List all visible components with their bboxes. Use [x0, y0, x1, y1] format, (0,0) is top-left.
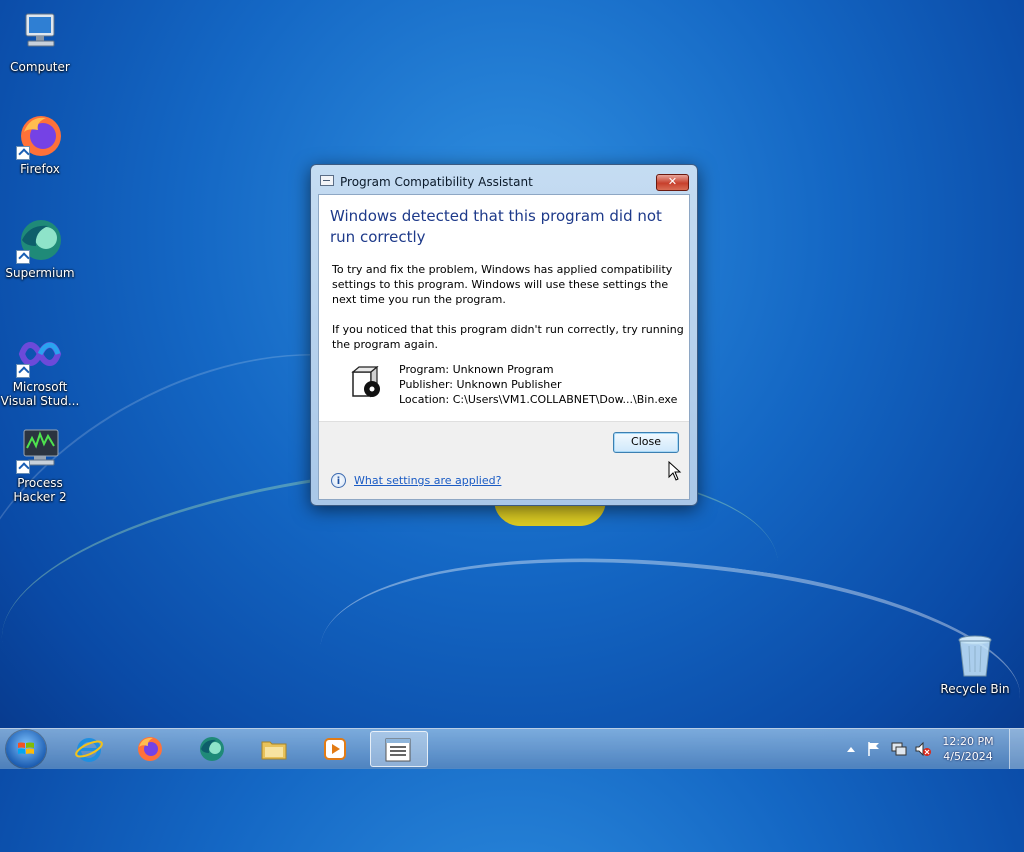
internet-explorer-icon — [75, 738, 103, 762]
taskbar-internet-explorer[interactable] — [62, 731, 116, 767]
show-hidden-icons-icon[interactable] — [846, 745, 856, 753]
media-player-icon — [324, 738, 346, 760]
program-location: Location: C:\Users\VM1.COLLABNET\Dow...\… — [399, 393, 678, 406]
program-compatibility-dialog: Program Compatibility Assistant ✕ Window… — [310, 164, 698, 506]
clock-date: 4/5/2024 — [943, 750, 993, 763]
start-button[interactable] — [6, 730, 46, 768]
taskbar: 12:20 PM 4/5/2024 — [0, 728, 1024, 769]
dialog-titlebar[interactable]: Program Compatibility Assistant ✕ — [311, 165, 697, 193]
desktop-icon-computer[interactable]: Computer — [0, 10, 80, 74]
recycle-bin-icon — [951, 632, 999, 680]
firefox-icon — [138, 737, 162, 761]
dialog-paragraph: If you noticed that this program didn't … — [332, 323, 684, 351]
desktop-icon-recycle-bin[interactable]: Recycle Bin — [935, 632, 1015, 696]
program-details: Program: Unknown Program Publisher: Unkn… — [399, 362, 677, 407]
taskbar-windows-explorer[interactable] — [247, 731, 301, 767]
desktop-icon-label: Recycle Bin — [940, 682, 1010, 696]
desktop-icon-label: Firefox — [20, 162, 60, 176]
program-box-icon — [349, 365, 383, 400]
visual-studio-icon — [16, 330, 64, 378]
taskbar-firefox[interactable] — [123, 731, 177, 767]
dialog-paragraph: To try and fix the problem, Windows has … — [332, 263, 673, 306]
program-name: Program: Unknown Program — [399, 363, 554, 376]
mouse-cursor-icon — [668, 461, 682, 481]
dialog-heading: Windows detected that this program did n… — [330, 207, 662, 246]
shortcut-arrow-icon — [16, 364, 30, 378]
windows-logo-icon — [18, 742, 34, 754]
window-icon — [320, 175, 334, 186]
button-area: Close — [319, 421, 689, 464]
settings-applied-link[interactable]: What settings are applied? — [354, 474, 501, 487]
action-center-flag-icon[interactable] — [866, 741, 882, 757]
show-desktop-button[interactable] — [1009, 729, 1024, 769]
title-close-button[interactable]: ✕ — [656, 174, 689, 191]
network-icon[interactable] — [890, 741, 908, 757]
dialog-title: Program Compatibility Assistant — [340, 175, 533, 189]
process-hacker-icon — [16, 426, 64, 474]
desktop-icon-label: Supermium — [5, 266, 75, 280]
clock-time: 12:20 PM — [942, 735, 994, 748]
supermium-icon — [200, 737, 224, 761]
info-icon: i — [331, 473, 346, 488]
desktop-icon-supermium[interactable]: Supermium — [0, 216, 80, 280]
close-button[interactable]: Close — [613, 432, 679, 453]
dialog-footer: i What settings are applied? — [319, 463, 689, 499]
taskbar-active-app[interactable] — [370, 731, 428, 767]
supermium-icon — [16, 216, 64, 264]
computer-icon — [16, 10, 64, 58]
folder-icon — [261, 741, 287, 760]
shortcut-arrow-icon — [16, 146, 30, 160]
list-window-icon — [385, 738, 411, 762]
program-publisher: Publisher: Unknown Publisher — [399, 378, 562, 391]
shortcut-arrow-icon — [16, 250, 30, 264]
dialog-content: Windows detected that this program did n… — [318, 194, 690, 500]
desktop-icon-label: Microsoft Visual Stud... — [0, 380, 80, 408]
desktop-icon-label: Process Hacker 2 — [13, 476, 67, 504]
system-clock[interactable]: 12:20 PM 4/5/2024 — [938, 734, 998, 764]
taskbar-supermium[interactable] — [185, 731, 239, 767]
desktop-icon-process-hacker[interactable]: Process Hacker 2 — [0, 426, 80, 504]
desktop-icon-firefox[interactable]: Firefox — [0, 112, 80, 176]
shortcut-arrow-icon — [16, 460, 30, 474]
volume-muted-icon[interactable] — [914, 741, 932, 757]
firefox-icon — [16, 112, 64, 160]
desktop-icon-visual-studio[interactable]: Microsoft Visual Stud... — [0, 330, 80, 408]
taskbar-media-player[interactable] — [308, 731, 362, 767]
desktop-icon-label: Computer — [10, 60, 70, 74]
